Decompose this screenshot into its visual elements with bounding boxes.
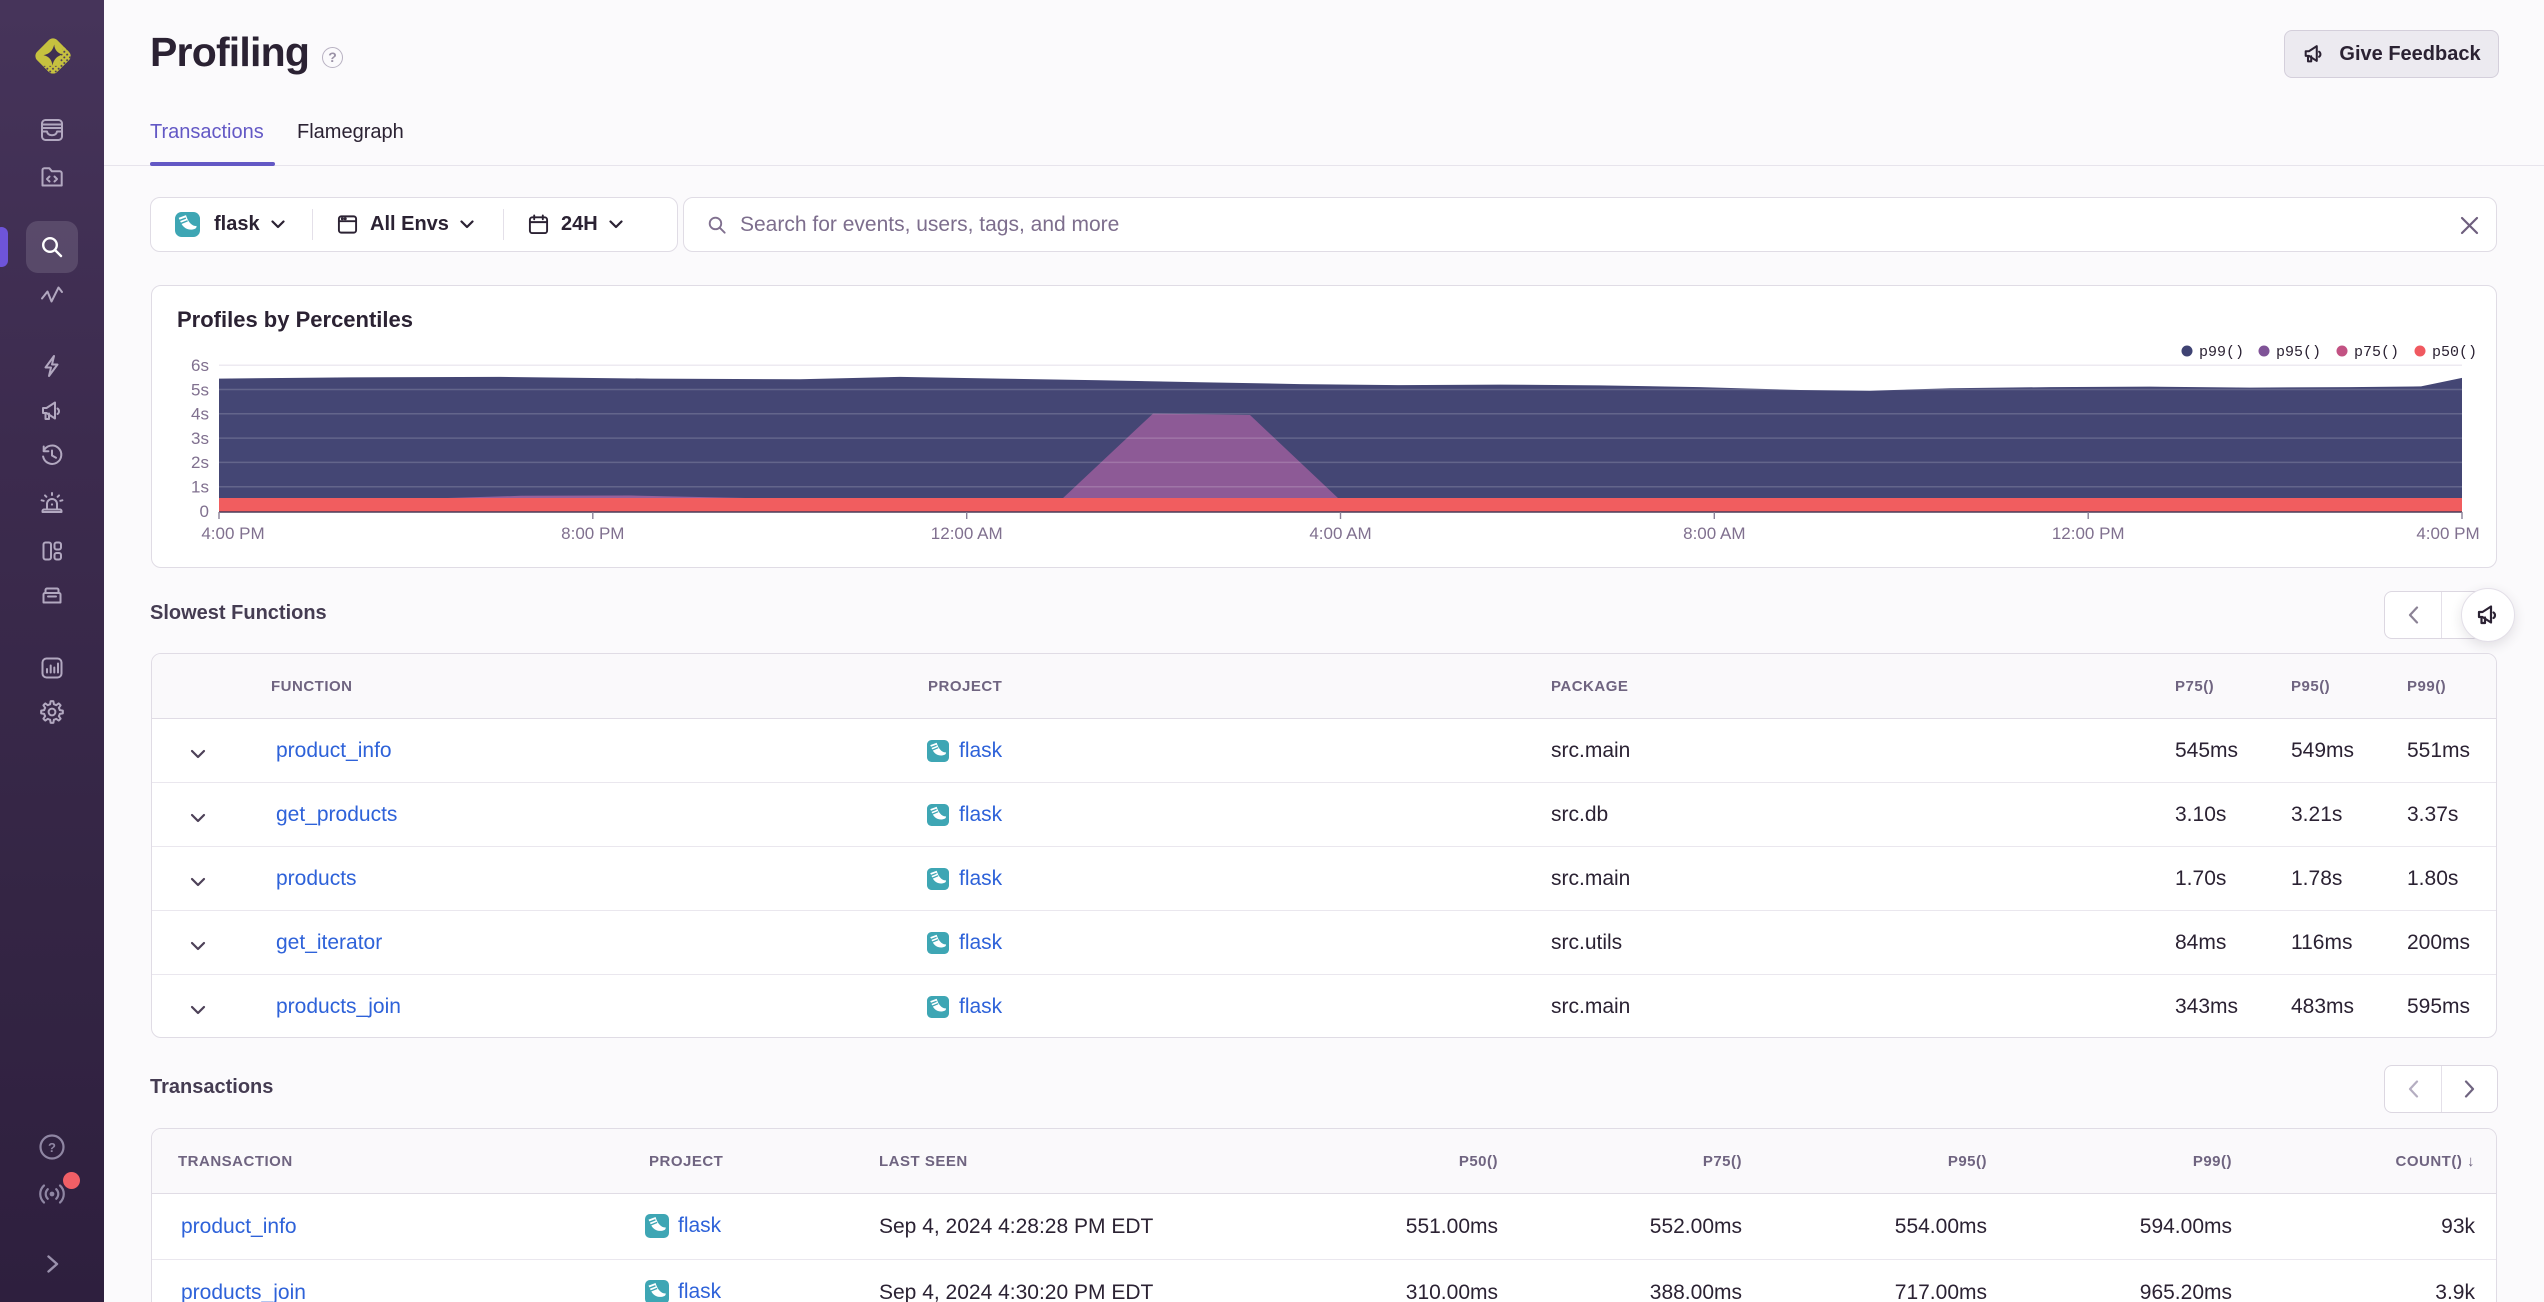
svg-text:8:00 PM: 8:00 PM bbox=[561, 524, 624, 543]
svg-text:p50(): p50() bbox=[2432, 344, 2477, 361]
svg-text:4s: 4s bbox=[191, 405, 209, 424]
svg-text:4:00 AM: 4:00 AM bbox=[1309, 524, 1371, 543]
svg-text:?: ? bbox=[48, 1140, 56, 1155]
svg-text:p95(): p95() bbox=[2276, 344, 2321, 361]
svg-text:5s: 5s bbox=[191, 380, 209, 399]
svg-text:12:00 PM: 12:00 PM bbox=[2052, 524, 2125, 543]
svg-text:p99(): p99() bbox=[2199, 344, 2244, 361]
svg-text:2s: 2s bbox=[191, 453, 209, 472]
svg-text:1s: 1s bbox=[191, 478, 209, 497]
svg-text:3s: 3s bbox=[191, 429, 209, 448]
svg-text:12:00 AM: 12:00 AM bbox=[931, 524, 1003, 543]
svg-text:p75(): p75() bbox=[2354, 344, 2399, 361]
svg-text:6s: 6s bbox=[191, 356, 209, 375]
svg-text:8:00 AM: 8:00 AM bbox=[1683, 524, 1745, 543]
svg-text:4:00 PM: 4:00 PM bbox=[2416, 524, 2479, 543]
svg-text:0: 0 bbox=[200, 502, 209, 521]
svg-text:4:00 PM: 4:00 PM bbox=[201, 524, 264, 543]
